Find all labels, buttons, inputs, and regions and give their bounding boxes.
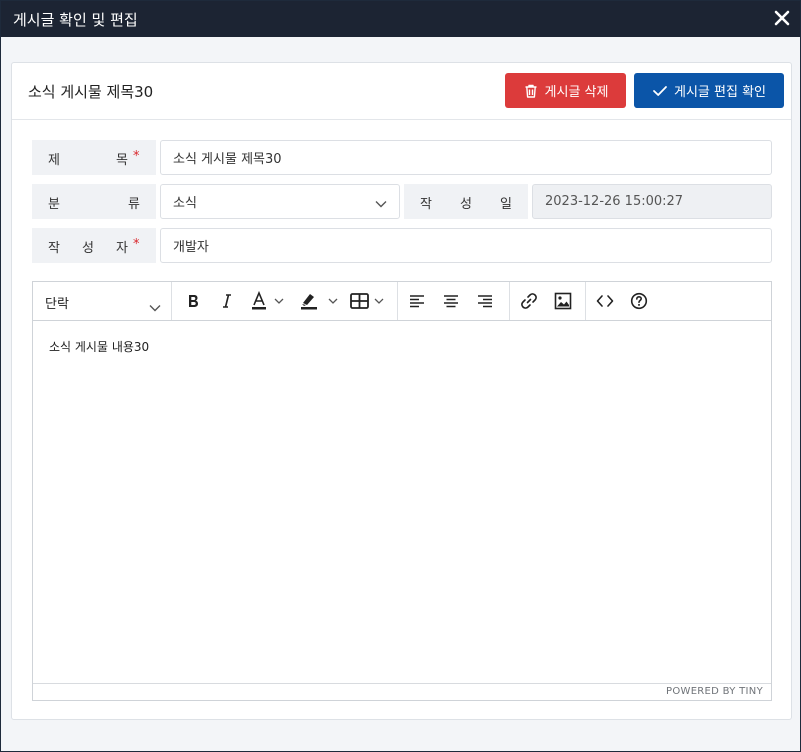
required-mark: * bbox=[133, 237, 140, 252]
author-label-char: 자 bbox=[116, 241, 128, 256]
title-label-char: 제 bbox=[48, 153, 60, 168]
date-label-char: 작 bbox=[420, 197, 432, 212]
confirm-edit-button[interactable]: 게시글 편집 확인 bbox=[634, 73, 784, 108]
highlight-color-icon[interactable] bbox=[297, 289, 343, 313]
text-color-icon[interactable] bbox=[249, 289, 289, 313]
date-field-value: 2023-12-26 15:00:27 bbox=[545, 194, 684, 209]
table-icon[interactable] bbox=[347, 289, 389, 313]
modal-window: 게시글 확인 및 편집 소식 게시물 제목30 게시글 삭제 게시글 편집 확인 bbox=[0, 0, 801, 752]
date-label-char: 일 bbox=[500, 197, 512, 212]
toolbar-divider bbox=[397, 282, 398, 320]
toolbar-divider bbox=[509, 282, 510, 320]
modal-title: 게시글 확인 및 편집 bbox=[13, 11, 138, 29]
confirm-edit-label: 게시글 편집 확인 bbox=[674, 85, 766, 100]
title-input[interactable]: 소식 게시물 제목30 bbox=[160, 140, 772, 175]
date-field: 2023-12-26 15:00:27 bbox=[532, 184, 772, 219]
italic-icon[interactable] bbox=[215, 289, 239, 313]
author-input[interactable]: 개발자 bbox=[160, 228, 772, 263]
align-center-icon[interactable] bbox=[439, 289, 463, 313]
editor-statusbar: POWERED BY TINY bbox=[33, 683, 771, 700]
toolbar-divider bbox=[585, 282, 586, 320]
editor-toolbar: 단락 bbox=[33, 282, 771, 321]
category-select-value: 소식 bbox=[173, 196, 197, 211]
post-card: 소식 게시물 제목30 게시글 삭제 게시글 편집 확인 제 목 * 소식 게시… bbox=[11, 62, 792, 720]
author-input-value: 개발자 bbox=[173, 240, 209, 255]
toolbar-divider bbox=[171, 282, 172, 320]
category-label: 분 류 bbox=[32, 184, 156, 219]
rich-text-editor: 단락 소식 게시물 내용30 POWERED BY TINY bbox=[32, 281, 772, 701]
block-format-value: 단락 bbox=[45, 297, 69, 312]
close-icon[interactable] bbox=[772, 8, 792, 28]
date-label-char: 성 bbox=[460, 197, 472, 212]
title-label-char: 목 bbox=[116, 153, 128, 168]
delete-post-button[interactable]: 게시글 삭제 bbox=[505, 73, 626, 108]
required-mark: * bbox=[133, 149, 140, 164]
card-title: 소식 게시물 제목30 bbox=[28, 83, 154, 101]
chevron-down-icon bbox=[149, 297, 161, 316]
chevron-down-icon bbox=[375, 197, 387, 212]
author-label: 작 성 자 * bbox=[32, 228, 156, 263]
editor-content[interactable]: 소식 게시물 내용30 bbox=[49, 338, 149, 355]
align-right-icon[interactable] bbox=[473, 289, 497, 313]
card-header: 소식 게시물 제목30 게시글 삭제 게시글 편집 확인 bbox=[12, 63, 791, 120]
date-label: 작 성 일 bbox=[404, 184, 528, 219]
modal-titlebar: 게시글 확인 및 편집 bbox=[1, 1, 800, 37]
check-icon bbox=[652, 84, 668, 98]
block-format-select[interactable]: 단락 bbox=[33, 282, 171, 320]
category-label-char: 분 bbox=[48, 197, 60, 212]
category-label-char: 류 bbox=[128, 197, 140, 212]
author-label-char: 작 bbox=[48, 241, 60, 256]
help-icon[interactable] bbox=[627, 289, 651, 313]
align-left-icon[interactable] bbox=[405, 289, 429, 313]
delete-post-label: 게시글 삭제 bbox=[544, 85, 609, 100]
link-icon[interactable] bbox=[517, 289, 541, 313]
title-input-value: 소식 게시물 제목30 bbox=[173, 152, 282, 167]
category-select[interactable]: 소식 bbox=[160, 184, 400, 219]
bold-icon[interactable] bbox=[181, 289, 205, 313]
image-icon[interactable] bbox=[551, 289, 575, 313]
trash-icon bbox=[523, 83, 539, 99]
source-code-icon[interactable] bbox=[593, 289, 617, 313]
author-label-char: 성 bbox=[82, 241, 94, 256]
title-label: 제 목 * bbox=[32, 140, 156, 175]
powered-by-label[interactable]: POWERED BY TINY bbox=[666, 686, 763, 697]
